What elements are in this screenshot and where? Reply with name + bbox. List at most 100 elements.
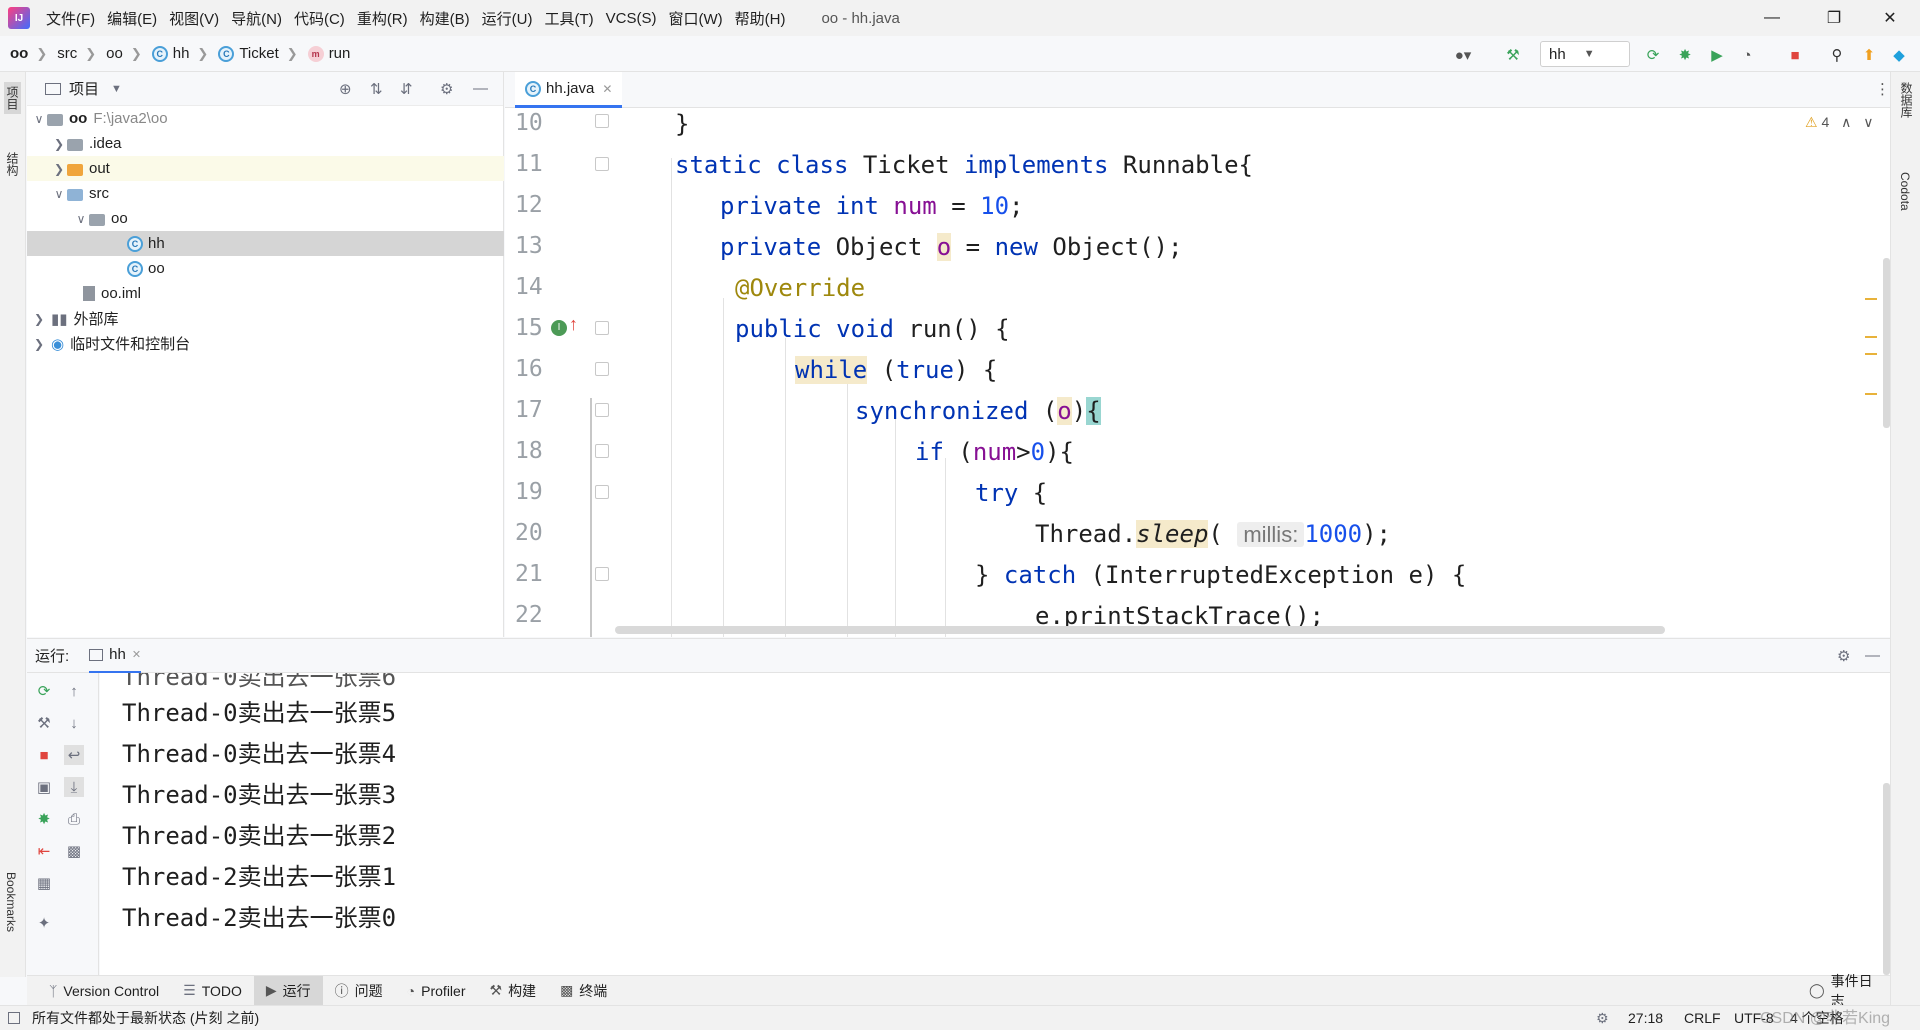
warning-stripe[interactable] bbox=[1865, 353, 1877, 355]
search-icon[interactable]: ⚲ bbox=[1826, 44, 1848, 66]
menu-navigate[interactable]: 导航(N) bbox=[225, 8, 288, 29]
chevron-down-icon[interactable]: ∨ bbox=[73, 212, 89, 226]
tree-item-external-libraries[interactable]: ❯ ▮▮ 外部库 bbox=[27, 306, 504, 331]
git-icon[interactable]: ⚙ bbox=[1596, 1010, 1609, 1027]
menu-code[interactable]: 代码(C) bbox=[288, 8, 351, 29]
soft-wrap-icon[interactable]: ↩ bbox=[64, 745, 84, 765]
rerun-icon[interactable]: ⟳ bbox=[1642, 44, 1664, 66]
arrow-down-icon[interactable]: ↓ bbox=[64, 713, 84, 733]
database-tool-tab[interactable]: 数据库 bbox=[1898, 82, 1915, 118]
chevron-down-icon[interactable]: ∨ bbox=[31, 112, 47, 126]
tab-event-log[interactable]: ◯ 事件日志 bbox=[1797, 973, 1890, 1009]
vertical-scrollbar[interactable] bbox=[1883, 258, 1890, 428]
toggle-tool-windows-icon[interactable] bbox=[8, 1012, 20, 1024]
warning-stripe[interactable] bbox=[1865, 336, 1877, 338]
scroll-to-end-icon[interactable]: ⤓ bbox=[64, 777, 84, 797]
more-options-icon[interactable]: ⋮ bbox=[1875, 80, 1890, 98]
close-tab-icon[interactable]: ✕ bbox=[132, 648, 141, 661]
run-tab-hh[interactable]: hh ✕ bbox=[89, 638, 142, 673]
hide-panel-icon[interactable]: — bbox=[1865, 647, 1880, 664]
fold-marker-icon[interactable] bbox=[595, 403, 609, 417]
breadcrumb-package[interactable]: oo bbox=[106, 45, 123, 62]
console-scrollbar[interactable] bbox=[1883, 783, 1890, 975]
tree-item-idea[interactable]: ❯ .idea bbox=[27, 131, 504, 156]
fold-marker-icon[interactable] bbox=[595, 157, 609, 171]
warning-stripe[interactable] bbox=[1865, 393, 1877, 395]
expand-all-icon[interactable]: ⇅ bbox=[370, 80, 383, 98]
collapse-all-icon[interactable]: ⇵ bbox=[400, 80, 413, 98]
chevron-right-icon[interactable]: ❯ bbox=[31, 312, 47, 326]
tab-run[interactable]: ▶ 运行 bbox=[253, 975, 323, 1006]
toolbox-icon[interactable]: ◆ bbox=[1888, 44, 1910, 66]
project-tool-tab[interactable]: 项目 bbox=[4, 82, 21, 114]
coverage-icon[interactable]: ▶ bbox=[1706, 44, 1728, 66]
trash-icon[interactable]: ▩ bbox=[64, 841, 84, 861]
chevron-down-icon[interactable]: ▼ bbox=[111, 83, 122, 95]
tab-version-control[interactable]: ᛉ Version Control bbox=[37, 976, 171, 1006]
gear-icon[interactable]: ⚙ bbox=[440, 80, 453, 98]
tab-build[interactable]: ⚒ 构建 bbox=[478, 976, 549, 1006]
chevron-right-icon[interactable]: ❯ bbox=[51, 162, 67, 176]
menu-help[interactable]: 帮助(H) bbox=[729, 8, 792, 29]
chevron-right-icon[interactable]: ❯ bbox=[51, 137, 67, 151]
close-tab-icon[interactable]: ✕ bbox=[602, 82, 612, 96]
breadcrumb-method[interactable]: m run bbox=[307, 45, 350, 62]
tree-item-root[interactable]: ∨ oo F:\java2\oo bbox=[27, 106, 504, 131]
chevron-down-icon[interactable]: ∨ bbox=[1863, 114, 1873, 130]
restore-button[interactable]: ❐ bbox=[1806, 0, 1862, 36]
tab-terminal[interactable]: ▩ 终端 bbox=[548, 976, 619, 1006]
account-icon[interactable]: ●▾ bbox=[1452, 44, 1474, 66]
warning-stripe[interactable] bbox=[1865, 298, 1877, 300]
chevron-up-icon[interactable]: ∧ bbox=[1841, 114, 1851, 130]
tree-item-package[interactable]: ∨ oo bbox=[27, 206, 504, 231]
warnings-indicator[interactable]: ⚠ 4 ∧ ∨ bbox=[1805, 114, 1874, 131]
menu-window[interactable]: 窗口(W) bbox=[662, 8, 728, 29]
tab-hh-java[interactable]: C hh.java ✕ bbox=[515, 72, 623, 108]
update-icon[interactable]: ⬆ bbox=[1858, 44, 1880, 66]
implements-arrow-icon[interactable]: ↑ bbox=[569, 314, 578, 335]
layout-icon[interactable]: ▦ bbox=[34, 873, 54, 893]
menu-file[interactable]: 文件(F) bbox=[40, 8, 101, 29]
wrench-icon[interactable]: ⚒ bbox=[34, 713, 54, 733]
camera-icon[interactable]: ▣ bbox=[34, 777, 54, 797]
locate-icon[interactable]: ⊕ bbox=[339, 80, 352, 98]
tree-item-scratches[interactable]: ❯ ◉ 临时文件和控制台 bbox=[27, 331, 504, 356]
menu-run[interactable]: 运行(U) bbox=[476, 8, 539, 29]
pin-icon[interactable]: ✦ bbox=[34, 913, 54, 933]
fold-marker-icon[interactable] bbox=[595, 321, 609, 335]
horizontal-scrollbar[interactable] bbox=[615, 626, 1665, 634]
stop-icon[interactable]: ■ bbox=[34, 745, 54, 765]
print-icon[interactable]: ⎙ bbox=[64, 809, 84, 829]
gear-icon[interactable]: ⚙ bbox=[1837, 647, 1850, 665]
build-hammer-icon[interactable]: ⚒ bbox=[1502, 44, 1524, 66]
menu-refactor[interactable]: 重构(R) bbox=[351, 8, 414, 29]
chevron-right-icon[interactable]: ❯ bbox=[31, 337, 47, 351]
console-output[interactable]: Thread-0卖出去一张票6 Thread-0卖出去一张票5 Thread-0… bbox=[100, 673, 1890, 975]
code-editor[interactable]: 10 11 12 13 14 15 16 17 18 19 20 21 22 I… bbox=[505, 108, 1890, 637]
codota-tool-tab[interactable]: Codota bbox=[1898, 172, 1912, 211]
tab-problems[interactable]: ⓘ 问题 bbox=[323, 976, 395, 1006]
fold-marker-icon[interactable] bbox=[595, 485, 609, 499]
menu-build[interactable]: 构建(B) bbox=[414, 8, 476, 29]
profile-icon[interactable]: ◔ bbox=[1736, 44, 1758, 66]
chevron-down-icon[interactable]: ∨ bbox=[51, 187, 67, 201]
exit-icon[interactable]: ⇤ bbox=[34, 841, 54, 861]
breadcrumb-class[interactable]: C Ticket bbox=[218, 45, 279, 62]
menu-view[interactable]: 视图(V) bbox=[163, 8, 225, 29]
tree-item-iml[interactable]: oo.iml bbox=[27, 281, 504, 306]
tab-todo[interactable]: ☰ TODO bbox=[171, 976, 254, 1006]
implements-method-icon[interactable]: I bbox=[551, 320, 567, 336]
breadcrumb-project[interactable]: oo bbox=[10, 45, 28, 62]
hide-panel-icon[interactable]: — bbox=[473, 80, 488, 97]
debug-bug-icon[interactable]: ✸ bbox=[34, 809, 54, 829]
run-configuration-select[interactable]: hh ▼ bbox=[1540, 41, 1630, 67]
status-message[interactable]: 所有文件都处于最新状态 (片刻 之前) bbox=[32, 1008, 259, 1028]
breadcrumb-src[interactable]: src bbox=[57, 45, 77, 62]
bookmarks-tool-tab[interactable]: Bookmarks bbox=[4, 872, 18, 932]
tree-item-src[interactable]: ∨ src bbox=[27, 181, 504, 206]
fold-marker-icon[interactable] bbox=[595, 114, 609, 128]
fold-marker-icon[interactable] bbox=[595, 362, 609, 376]
arrow-up-icon[interactable]: ↑ bbox=[64, 681, 84, 701]
line-separator[interactable]: CRLF bbox=[1684, 1010, 1721, 1026]
minimize-button[interactable]: — bbox=[1744, 0, 1800, 36]
